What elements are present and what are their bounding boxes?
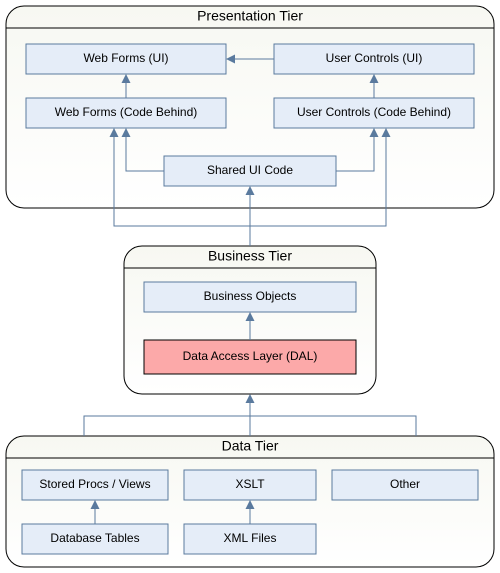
business-objects-label: Business Objects xyxy=(204,289,297,303)
user-controls-codebehind-label: User Controls (Code Behind) xyxy=(297,105,451,119)
business-tier: Business Tier Business Objects Data Acce… xyxy=(124,246,376,394)
web-forms-ui-box: Web Forms (UI) xyxy=(26,44,226,74)
web-forms-ui-label: Web Forms (UI) xyxy=(83,51,168,65)
xslt-label: XSLT xyxy=(235,477,265,491)
shared-ui-box: Shared UI Code xyxy=(164,156,336,186)
presentation-tier-title: Presentation Tier xyxy=(197,8,303,24)
database-tables-label: Database Tables xyxy=(50,531,139,545)
xml-files-box: XML Files xyxy=(184,524,316,554)
data-tier: Data Tier Stored Procs / Views XSLT Othe… xyxy=(6,436,494,567)
stored-procs-label: Stored Procs / Views xyxy=(39,477,150,491)
conn-dt-left xyxy=(84,416,250,436)
xslt-box: XSLT xyxy=(184,470,316,500)
shared-ui-label: Shared UI Code xyxy=(207,163,293,177)
conn-dt-right xyxy=(250,416,416,436)
other-box: Other xyxy=(332,470,478,500)
presentation-tier: Presentation Tier Web Forms (UI) User Co… xyxy=(6,6,494,208)
dal-label: Data Access Layer (DAL) xyxy=(183,349,318,363)
business-tier-title: Business Tier xyxy=(208,248,292,264)
xml-files-label: XML Files xyxy=(224,531,277,545)
business-objects-box: Business Objects xyxy=(144,282,356,312)
web-forms-codebehind-box: Web Forms (Code Behind) xyxy=(26,98,226,128)
architecture-diagram: Presentation Tier Web Forms (UI) User Co… xyxy=(0,0,500,573)
user-controls-ui-label: User Controls (UI) xyxy=(326,51,423,65)
database-tables-box: Database Tables xyxy=(22,524,168,554)
data-tier-title: Data Tier xyxy=(222,438,279,454)
user-controls-ui-box: User Controls (UI) xyxy=(274,44,474,74)
dal-box: Data Access Layer (DAL) xyxy=(144,340,356,374)
other-label: Other xyxy=(390,477,420,491)
web-forms-codebehind-label: Web Forms (Code Behind) xyxy=(55,105,198,119)
stored-procs-box: Stored Procs / Views xyxy=(22,470,168,500)
user-controls-codebehind-box: User Controls (Code Behind) xyxy=(274,98,474,128)
